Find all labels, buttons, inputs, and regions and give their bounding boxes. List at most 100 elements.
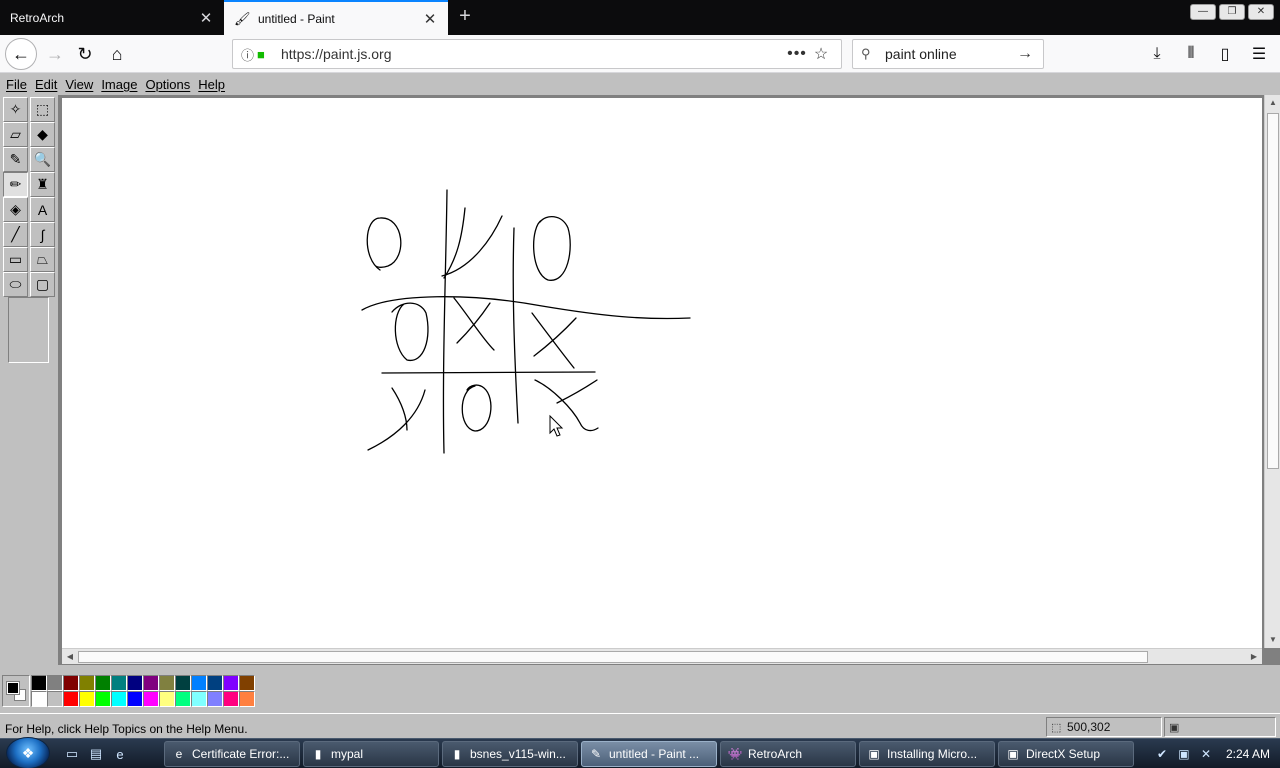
search-input[interactable]: paint online	[881, 46, 1015, 62]
tool-airbrush[interactable]: ◈	[3, 197, 28, 222]
tool-curve[interactable]: ∫	[30, 222, 55, 247]
color-swatch[interactable]	[79, 691, 95, 707]
horizontal-scrollbar[interactable]: ◀ ▶	[62, 648, 1262, 664]
scroll-down-icon[interactable]: ▼	[1265, 632, 1280, 648]
url-bar[interactable]: ⓘ ■ https://paint.js.org ••• ☆	[232, 39, 842, 69]
library-icon[interactable]: ⫴	[1176, 39, 1206, 69]
taskbar-button[interactable]: ▣ Installing Micro...	[859, 741, 995, 767]
color-swatch[interactable]	[31, 675, 47, 691]
color-swatch[interactable]	[175, 691, 191, 707]
color-swatch[interactable]	[79, 675, 95, 691]
scroll-up-icon[interactable]: ▲	[1265, 95, 1280, 111]
lock-icon[interactable]: ■	[257, 47, 275, 62]
taskbar-button[interactable]: ✎ untitled - Paint ...	[581, 741, 717, 767]
color-swatch[interactable]	[191, 691, 207, 707]
menu-help[interactable]: Help	[194, 77, 229, 92]
tab-retroarch[interactable]: RetroArch ✕	[0, 0, 224, 35]
tool-rounded-rectangle[interactable]: ▢	[30, 272, 55, 297]
color-swatch[interactable]	[159, 691, 175, 707]
search-bar[interactable]: ⚲ paint online →	[852, 39, 1044, 69]
color-swatch[interactable]	[143, 691, 159, 707]
tool-pencil[interactable]: ✏	[3, 172, 28, 197]
taskbar-button[interactable]: ▮ mypal	[303, 741, 439, 767]
tab-close-icon[interactable]: ✕	[198, 10, 214, 27]
restore-button[interactable]: ❐	[1219, 4, 1245, 20]
tool-rectangle[interactable]: ▭	[3, 247, 28, 272]
menu-view[interactable]: View	[61, 77, 97, 92]
taskbar-button[interactable]: ▮ bsnes_v115-win...	[442, 741, 578, 767]
color-swatch[interactable]	[127, 691, 143, 707]
scroll-left-icon[interactable]: ◀	[62, 649, 78, 665]
taskbar-button[interactable]: 👾 RetroArch	[720, 741, 856, 767]
color-swatch[interactable]	[175, 675, 191, 691]
tool-line[interactable]: ╱	[3, 222, 28, 247]
tab-close-icon[interactable]: ✕	[422, 11, 438, 28]
url-text[interactable]: https://paint.js.org	[275, 46, 785, 62]
menu-edit[interactable]: Edit	[31, 77, 61, 92]
start-button[interactable]: ❖	[6, 737, 50, 768]
current-colors[interactable]	[2, 675, 30, 707]
color-swatch[interactable]	[63, 691, 79, 707]
quick-launch-icon[interactable]: e	[110, 744, 130, 764]
color-swatch[interactable]	[143, 675, 159, 691]
reload-button[interactable]: ↻	[70, 39, 100, 69]
search-go-icon[interactable]: →	[1015, 45, 1035, 63]
color-swatch[interactable]	[111, 675, 127, 691]
color-swatch[interactable]	[63, 675, 79, 691]
tool-brush[interactable]: ♜	[30, 172, 55, 197]
vertical-scrollbar[interactable]: ▲ ▼	[1264, 95, 1280, 648]
tool-polygon[interactable]: ⏢	[30, 247, 55, 272]
info-icon[interactable]: ⓘ	[241, 45, 257, 64]
sidebar-icon[interactable]: ▯	[1210, 39, 1240, 69]
tool-free-form-select[interactable]: ✧	[3, 97, 28, 122]
vertical-scroll-thumb[interactable]	[1267, 113, 1279, 469]
menu-icon[interactable]: ☰	[1244, 39, 1274, 69]
color-swatch[interactable]	[95, 675, 111, 691]
color-swatch[interactable]	[191, 675, 207, 691]
tool-select[interactable]: ⬚	[30, 97, 55, 122]
color-swatch[interactable]	[223, 691, 239, 707]
minimize-button[interactable]: —	[1190, 4, 1216, 20]
horizontal-scroll-thumb[interactable]	[78, 651, 1148, 663]
color-swatch[interactable]	[111, 691, 127, 707]
menu-file[interactable]: File	[2, 77, 31, 92]
color-swatch[interactable]	[207, 691, 223, 707]
download-icon[interactable]: ⤓	[1142, 39, 1172, 69]
menu-image[interactable]: Image	[97, 77, 141, 92]
bookmark-star-icon[interactable]: ☆	[809, 44, 833, 64]
new-tab-button[interactable]: +	[452, 6, 478, 28]
taskbar-button[interactable]: ▣ DirectX Setup	[998, 741, 1134, 767]
quick-launch-icon[interactable]: ▭	[62, 744, 82, 764]
network-icon[interactable]: ▣	[1176, 747, 1192, 761]
tool-magnifier[interactable]: 🔍	[30, 147, 55, 172]
color-swatch[interactable]	[127, 675, 143, 691]
back-button[interactable]: ←	[5, 38, 37, 70]
color-swatch[interactable]	[31, 691, 47, 707]
menu-options[interactable]: Options	[141, 77, 194, 92]
close-window-button[interactable]: ✕	[1248, 4, 1274, 20]
color-swatch[interactable]	[239, 675, 255, 691]
security-shield-icon[interactable]: ✔	[1154, 747, 1170, 761]
color-swatch[interactable]	[223, 675, 239, 691]
tool-text[interactable]: A	[30, 197, 55, 222]
quick-launch-icon[interactable]: ▤	[86, 744, 106, 764]
scroll-right-icon[interactable]: ▶	[1246, 649, 1262, 665]
color-swatch[interactable]	[159, 675, 175, 691]
taskbar-clock[interactable]: 2:24 AM	[1220, 747, 1276, 761]
color-swatch[interactable]	[47, 675, 63, 691]
tool-pick-color[interactable]: ✎	[3, 147, 28, 172]
tab-paint[interactable]: 🖌 untitled - Paint ✕	[224, 0, 448, 35]
forward-button[interactable]: →	[40, 39, 70, 69]
tool-options-panel[interactable]	[8, 297, 49, 363]
tool-ellipse[interactable]: ⬭	[3, 272, 28, 297]
drawing-canvas[interactable]	[62, 98, 1262, 648]
home-button[interactable]: ⌂	[102, 39, 132, 69]
tool-fill[interactable]: ◆	[30, 122, 55, 147]
taskbar-button[interactable]: e Certificate Error:...	[164, 741, 300, 767]
volume-muted-icon[interactable]: ✕	[1198, 747, 1214, 761]
tool-eraser[interactable]: ▱	[3, 122, 28, 147]
color-swatch[interactable]	[95, 691, 111, 707]
color-swatch[interactable]	[239, 691, 255, 707]
color-swatch[interactable]	[207, 675, 223, 691]
page-actions-icon[interactable]: •••	[785, 45, 809, 63]
